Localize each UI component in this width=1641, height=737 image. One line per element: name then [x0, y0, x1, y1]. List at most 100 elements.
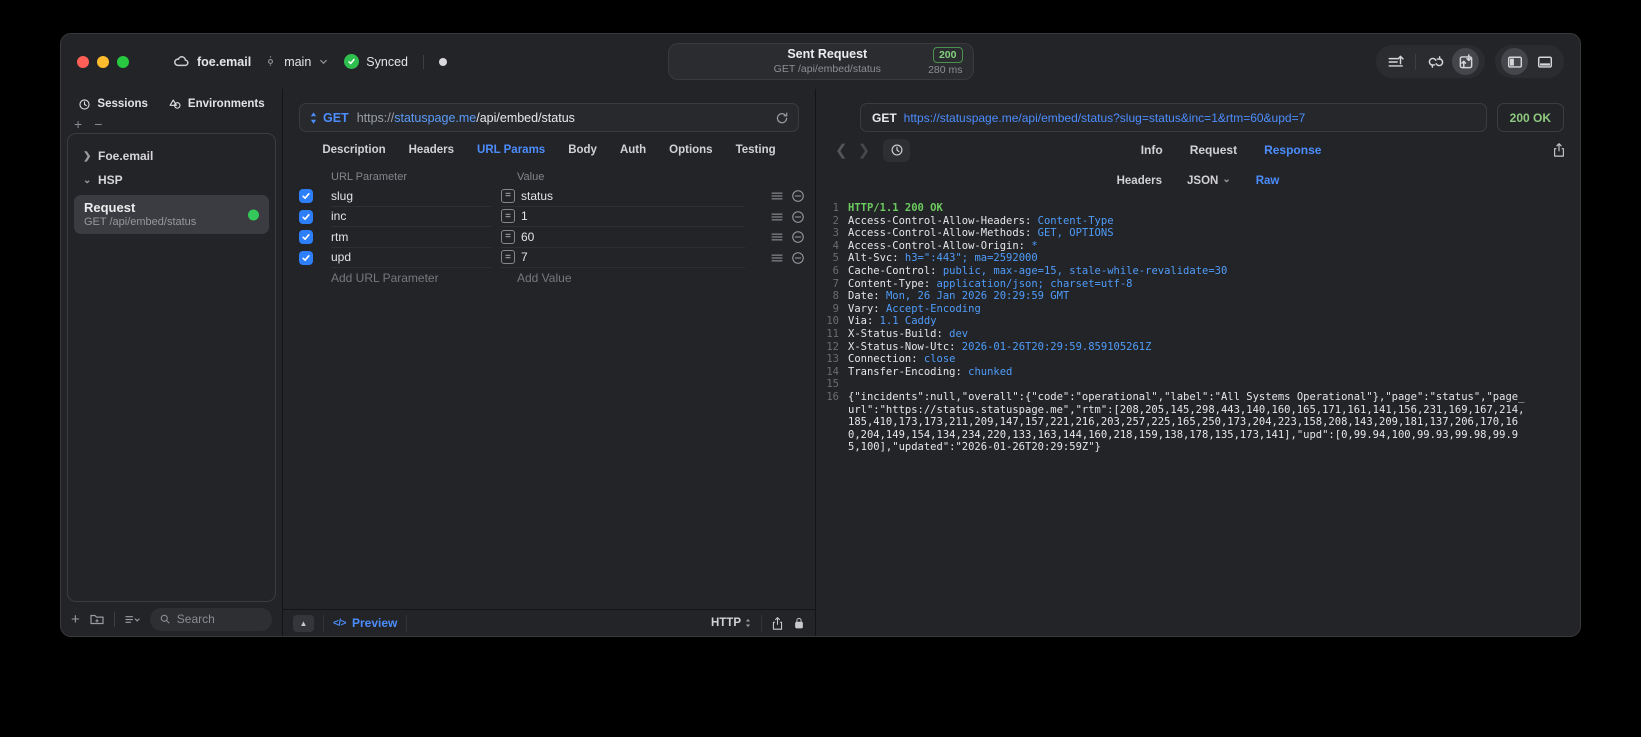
param-checkbox[interactable]: [299, 230, 313, 245]
response-tab-response[interactable]: Response: [1264, 143, 1321, 157]
response-tab-request[interactable]: Request: [1190, 143, 1237, 157]
preview-button[interactable]: </> Preview: [333, 616, 397, 630]
drag-handle-icon[interactable]: [771, 232, 783, 242]
code-icon: </>: [333, 617, 346, 629]
minimize-window-button[interactable]: [97, 55, 109, 68]
param-name[interactable]: slug: [331, 189, 353, 203]
response-status-badge: 200 OK: [1496, 103, 1564, 132]
method-stepper-icon[interactable]: [309, 111, 318, 125]
response-nav-bar: ❮ ❯ Info Request Response: [816, 132, 1580, 168]
history-clock-icon[interactable]: [883, 138, 911, 162]
editor-tab-bar: Description Headers URL Params Body Auth Opti…: [283, 132, 815, 168]
line-number: 6: [832, 264, 839, 277]
editor-tab-options[interactable]: Options: [669, 144, 712, 156]
zoom-window-button[interactable]: [117, 55, 129, 68]
param-name[interactable]: inc: [331, 209, 346, 223]
add-value-placeholder[interactable]: Add Value: [501, 271, 745, 285]
column-header-value: Value: [517, 171, 545, 183]
add-request-button[interactable]: +: [71, 611, 80, 628]
sent-url: https://statuspage.me/api/embed/status?s…: [903, 110, 1306, 125]
param-value[interactable]: status: [521, 189, 553, 203]
response-subtab-raw[interactable]: Raw: [1256, 175, 1280, 187]
request-list-item[interactable]: Request GET /api/embed/status: [74, 195, 269, 234]
project-name[interactable]: foe.email: [197, 55, 251, 69]
editor-tab-url-params[interactable]: URL Params: [477, 144, 545, 156]
code-line: 6 Cache-Control: public, max-age=15, stal…: [816, 265, 1580, 278]
titlebar: foe.email main Synced Sent Request GET /…: [61, 34, 1580, 89]
tree-item-foe-email[interactable]: ❯ Foe.email: [68, 144, 275, 168]
line-number: 12: [826, 340, 839, 353]
close-window-button[interactable]: [77, 55, 89, 68]
tab-environments[interactable]: Environments: [168, 97, 265, 111]
drag-handle-icon[interactable]: [771, 253, 783, 263]
tab-sessions[interactable]: Sessions: [78, 98, 148, 111]
response-subtab-headers[interactable]: Headers: [1117, 175, 1162, 187]
line-number: 13: [826, 353, 839, 366]
remove-param-icon[interactable]: [791, 210, 805, 224]
request-url[interactable]: https://statuspage.me/api/embed/status: [357, 111, 575, 125]
chevron-down-icon[interactable]: [318, 56, 329, 67]
layout-bottombar-icon[interactable]: [1531, 48, 1558, 75]
editor-tab-testing[interactable]: Testing: [736, 144, 776, 156]
editor-tab-headers[interactable]: Headers: [409, 144, 454, 156]
sessions-clock-icon: [78, 98, 91, 111]
add-session-button[interactable]: +: [74, 117, 82, 131]
response-subtab-json[interactable]: JSON: [1187, 175, 1231, 187]
environments-shapes-icon: [168, 97, 182, 111]
param-checkbox[interactable]: [299, 250, 313, 265]
drag-handle-icon[interactable]: [771, 212, 783, 222]
drag-handle-icon[interactable]: [771, 191, 783, 201]
add-param-placeholder[interactable]: Add URL Parameter: [331, 271, 491, 285]
request-method[interactable]: GET: [323, 111, 349, 125]
chevron-right-icon[interactable]: ❯: [83, 151, 91, 162]
sent-request-pill[interactable]: Sent Request GET /api/embed/status 200 2…: [667, 43, 974, 80]
toolbar-group-actions: [1376, 45, 1485, 78]
send-receive-icon[interactable]: [1452, 48, 1479, 75]
request-duration: 280 ms: [928, 64, 963, 76]
refresh-icon[interactable]: [775, 111, 789, 125]
sync-status[interactable]: Synced: [366, 55, 408, 69]
param-value[interactable]: 1: [521, 209, 528, 223]
protocol-selector[interactable]: HTTP: [711, 617, 752, 629]
sidebar-search-input[interactable]: Search: [149, 607, 272, 631]
lock-icon[interactable]: [793, 616, 805, 630]
remove-param-icon[interactable]: [791, 230, 805, 244]
code-line: 3 Access-Control-Allow-Methods: GET, OPTI…: [816, 227, 1580, 240]
response-tab-info[interactable]: Info: [1141, 143, 1163, 157]
branch-icon: [264, 55, 277, 68]
remove-param-icon[interactable]: [791, 189, 805, 203]
sent-url-display[interactable]: GET https://statuspage.me/api/embed/stat…: [860, 103, 1487, 132]
share-icon[interactable]: [771, 616, 784, 631]
request-url-bar[interactable]: GET https://statuspage.me/api/embed/stat…: [299, 103, 799, 132]
history-back-icon[interactable]: ❮: [830, 141, 853, 159]
line-number: 8: [832, 290, 839, 303]
cloud-icon: [173, 53, 190, 70]
code-line: 14 Transfer-Encoding: chunked: [816, 366, 1580, 379]
export-share-icon[interactable]: [1552, 142, 1566, 158]
history-forward-icon[interactable]: ❯: [853, 141, 876, 159]
remove-session-button[interactable]: −: [94, 117, 102, 131]
param-checkbox[interactable]: [299, 209, 313, 224]
editor-tab-auth[interactable]: Auth: [620, 144, 646, 156]
tree-item-hsp[interactable]: ⌄ HSP: [68, 168, 275, 192]
param-checkbox[interactable]: [299, 189, 313, 204]
sync-loop-icon[interactable]: [1422, 48, 1449, 75]
new-folder-icon[interactable]: [89, 611, 105, 627]
editor-tab-body[interactable]: Body: [568, 144, 597, 156]
layout-sidebar-icon[interactable]: [1501, 48, 1528, 75]
sidebar: Sessions Environments + − ❯ Foe.email ⌄ …: [61, 89, 282, 636]
param-row-slug: slug = status: [299, 186, 805, 207]
editor-tab-description[interactable]: Description: [322, 144, 385, 156]
chevron-down-icon[interactable]: ⌄: [83, 175, 91, 186]
branch-name[interactable]: main: [284, 55, 311, 69]
param-name[interactable]: rtm: [331, 230, 348, 244]
code-line: 13 Connection: close: [816, 353, 1580, 366]
param-value[interactable]: 7: [521, 250, 528, 264]
remove-param-icon[interactable]: [791, 251, 805, 265]
sort-list-icon[interactable]: [124, 612, 141, 627]
expand-panel-button[interactable]: ▲: [293, 614, 314, 632]
param-name[interactable]: upd: [331, 250, 351, 264]
import-list-icon[interactable]: [1382, 48, 1409, 75]
param-value[interactable]: 60: [521, 230, 534, 244]
add-param-row[interactable]: Add URL Parameter Add Value: [299, 268, 805, 289]
